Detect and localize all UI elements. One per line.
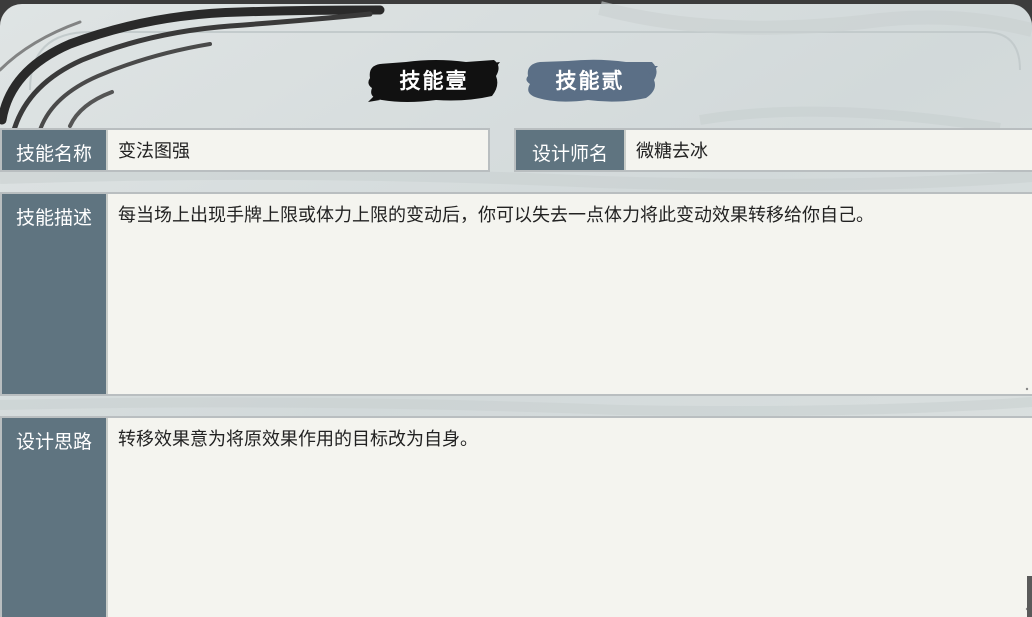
tab-skill-2-label: 技能贰 [555,68,625,93]
skill-editor-panel: 技能壹 技能贰 技能名称 变法图强 微糖去冰 设计师名 技能描述 每当场上出现手… [0,0,1032,617]
designer-field: 微糖去冰 设计师名 [514,128,1032,172]
skill-description-label: 技能描述 [2,194,106,394]
design-idea-label: 设计思路 [2,418,106,617]
designer-input[interactable]: 微糖去冰 [624,130,1032,170]
scrollbar-thumb[interactable] [1027,576,1032,617]
skill-description-textarea[interactable]: 每当场上出现手牌上限或体力上限的变动后，你可以失去一点体力将此变动效果转移给你自… [106,194,1032,394]
resize-grip-icon[interactable] [1023,385,1029,391]
designer-label: 设计师名 [516,130,624,170]
skill-name-field: 技能名称 变法图强 [0,128,490,172]
tab-skill-1[interactable]: 技能壹 [366,56,502,106]
tab-skill-1-label: 技能壹 [399,68,469,93]
skill-name-label: 技能名称 [2,130,106,170]
skill-name-input[interactable]: 变法图强 [106,130,488,170]
design-idea-textarea[interactable]: 转移效果意为将原效果作用的目标改为自身。 [106,418,1032,617]
skill-description-field: 技能描述 每当场上出现手牌上限或体力上限的变动后，你可以失去一点体力将此变动效果… [0,192,1032,396]
tab-skill-2[interactable]: 技能贰 [522,56,658,106]
design-idea-field: 设计思路 转移效果意为将原效果作用的目标改为自身。 [0,416,1032,617]
